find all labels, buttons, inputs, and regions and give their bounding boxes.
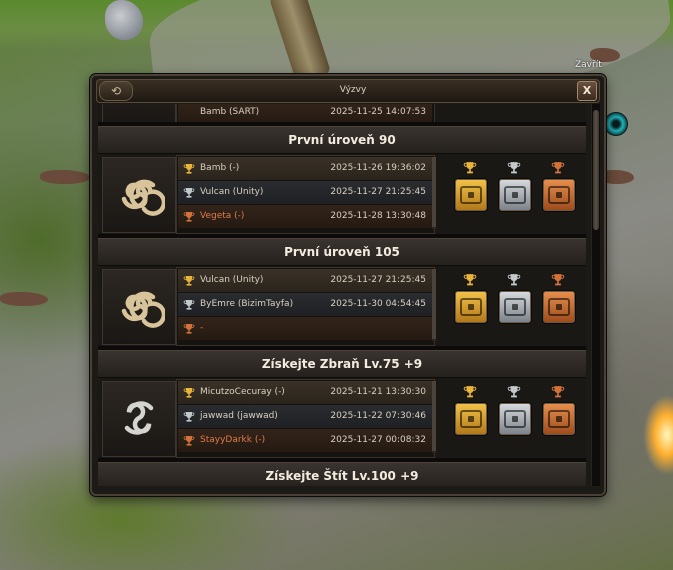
player-name: -	[200, 323, 204, 333]
bronze-chest-reward-icon[interactable]	[542, 290, 576, 324]
gold-trophy-icon	[463, 160, 477, 179]
scrollbar[interactable]	[591, 104, 600, 486]
completion-date: 2025-11-30 04:54:45	[330, 299, 426, 309]
reward-chests	[448, 266, 583, 346]
wolf-creature[interactable]	[40, 170, 90, 184]
completion-date: 2025-11-27 00:08:32	[330, 435, 426, 445]
section-title: První úroveň 90	[98, 126, 586, 154]
silver-chest-reward-icon[interactable]	[498, 402, 532, 436]
player-name: StayyDarkk (-)	[200, 435, 266, 445]
player-name: ByEmre (BizimTayfa)	[200, 299, 294, 309]
completion-date: 2025-11-21 13:30:30	[330, 387, 426, 397]
title-bar[interactable]: ⟲ Výzvy X	[96, 79, 600, 103]
bronze-trophy-icon	[551, 272, 565, 291]
bronze-chest-reward-icon[interactable]	[542, 178, 576, 212]
rank-row[interactable]: Vulcan (Unity) 2025-11-27 21:25:45	[178, 269, 432, 292]
challenge-emblem-icon	[102, 157, 176, 233]
challenge-list[interactable]: Bamb (SART) 2025-11-25 14:07:53 První úr…	[98, 104, 586, 486]
fire-effect	[643, 395, 673, 475]
rank-list: MicutzoCecuray (-) 2025-11-21 13:30:30 jaw…	[176, 379, 435, 458]
challenge-emblem-icon	[102, 269, 176, 345]
completion-date: 2025-11-27 21:25:45	[330, 187, 426, 197]
gold-trophy-icon	[463, 272, 477, 291]
challenge-section: Bamb (-) 2025-11-26 19:36:02 Vulcan (Unity…	[98, 154, 586, 234]
reward-chests	[448, 378, 583, 458]
rank-row[interactable]: Vulcan (Unity) 2025-11-27 21:25:45	[178, 181, 432, 204]
bronze-chest-reward-icon[interactable]	[542, 402, 576, 436]
completion-date: 2025-11-26 19:36:02	[330, 163, 426, 173]
close-tooltip: Zavřít	[575, 60, 602, 70]
section-title: Získejte Zbraň Lv.75 +9	[98, 350, 586, 378]
challenge-emblem-icon	[102, 381, 176, 457]
player-name: Vegeta (-)	[200, 211, 245, 221]
reward-chests	[448, 154, 583, 234]
silver-trophy-icon	[507, 272, 521, 291]
rank-list-scrollbar[interactable]	[432, 269, 436, 341]
silver-chest-reward-icon[interactable]	[498, 290, 532, 324]
completion-date: 2025-11-22 07:30:46	[330, 411, 426, 421]
rank-list: Bamb (-) 2025-11-26 19:36:02 Vulcan (Unity…	[176, 155, 435, 234]
silver-trophy-icon	[507, 384, 521, 403]
gold-chest-reward-icon[interactable]	[454, 290, 488, 324]
silver-chest-reward-icon[interactable]	[498, 178, 532, 212]
window-title: Výzvy	[339, 85, 367, 95]
rank-row[interactable]: StayyDarkk (-) 2025-11-27 00:08:32	[178, 429, 432, 452]
rank-list-scrollbar[interactable]	[432, 381, 436, 453]
bronze-trophy-icon	[183, 434, 195, 457]
refresh-button[interactable]: ⟲	[99, 81, 133, 101]
bronze-trophy-icon	[183, 322, 195, 345]
close-button[interactable]: X	[577, 81, 597, 101]
rank-row[interactable]: Bamb (SART) 2025-11-25 14:07:53	[178, 104, 432, 124]
gold-chest-reward-icon[interactable]	[454, 402, 488, 436]
challenge-section: MicutzoCecuray (-) 2025-11-21 13:30:30 jaw…	[98, 378, 586, 458]
rank-row[interactable]: MicutzoCecuray (-) 2025-11-21 13:30:30	[178, 381, 432, 404]
rank-list-scrollbar[interactable]	[432, 157, 436, 229]
bronze-trophy-icon	[551, 160, 565, 179]
silver-trophy-icon	[507, 160, 521, 179]
challenges-window: ⟲ Výzvy X Bamb (SART) 2025-11-25 14:07:5…	[90, 74, 606, 496]
player-name: Vulcan (Unity)	[200, 187, 264, 197]
player-name: MicutzoCecuray (-)	[200, 387, 285, 397]
bronze-trophy-icon	[183, 210, 195, 233]
rank-row[interactable]: Bamb (-) 2025-11-26 19:36:02	[178, 157, 432, 180]
rank-row[interactable]: -	[178, 317, 432, 340]
wolf-creature[interactable]	[0, 292, 48, 306]
completion-date: 2025-11-28 13:30:48	[330, 211, 426, 221]
section-title: První úroveň 105	[98, 238, 586, 266]
challenge-section: Vulcan (Unity) 2025-11-27 21:25:45 ByEmre …	[98, 266, 586, 346]
rank-row[interactable]: jawwad (jawwad) 2025-11-22 07:30:46	[178, 405, 432, 428]
scroll-thumb[interactable]	[593, 110, 599, 230]
section-title: Získejte Štít Lv.100 +9	[98, 462, 586, 486]
rank-row[interactable]: Vegeta (-) 2025-11-28 13:30:48	[178, 205, 432, 228]
cursor-eye-icon	[604, 112, 628, 136]
gold-trophy-icon	[463, 384, 477, 403]
bronze-trophy-icon	[551, 384, 565, 403]
player-name: Vulcan (Unity)	[200, 275, 264, 285]
player-name: jawwad (jawwad)	[200, 411, 278, 421]
rank-list: Vulcan (Unity) 2025-11-27 21:25:45 ByEmre …	[176, 267, 435, 346]
crystal-rock	[105, 0, 143, 40]
rank-row[interactable]: ByEmre (BizimTayfa) 2025-11-30 04:54:45	[178, 293, 432, 316]
gold-chest-reward-icon[interactable]	[454, 178, 488, 212]
player-name: Bamb (-)	[200, 163, 240, 173]
completion-date: 2025-11-27 21:25:45	[330, 275, 426, 285]
